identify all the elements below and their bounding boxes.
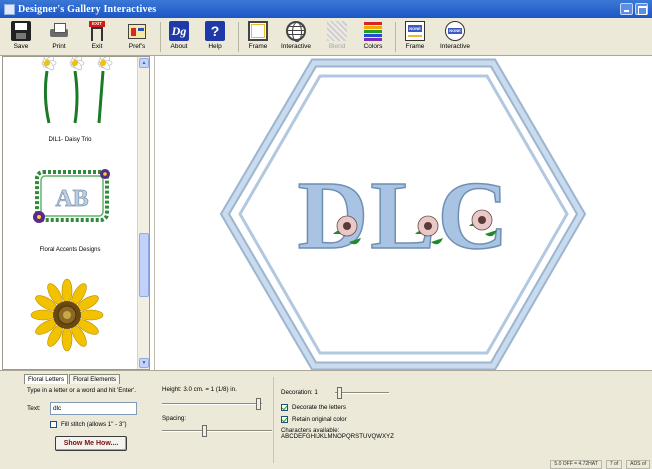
frame-button[interactable]: Frame [239, 20, 277, 54]
decoration-label: Decoration: 1 [281, 389, 318, 396]
printer-icon [49, 21, 69, 41]
status-page: 7 of [605, 460, 623, 469]
preferences-button[interactable]: Pref's [118, 20, 156, 54]
bottom-controls-panel: Floral Letters Floral Elements Type in a… [0, 370, 652, 469]
preferences-icon [127, 21, 147, 41]
app-icon [4, 3, 15, 15]
monogram-interactive-label: Interactive [440, 43, 470, 50]
save-label: Save [13, 43, 29, 50]
design-thumbnail-daisy-trio[interactable] [3, 57, 137, 127]
text-entry-prompt: Type in a letter or a word and hit 'Ente… [27, 387, 136, 394]
colors-icon [363, 21, 383, 41]
globe-icon [286, 21, 306, 42]
exit-button[interactable]: EXIT Exit [78, 20, 116, 54]
tab-floral-letters[interactable]: Floral Letters [24, 374, 69, 384]
save-button[interactable]: Save [2, 20, 40, 54]
window-title: Designer's Gallery Interactives [18, 3, 157, 15]
status-size: 5.0 OFF = 4.72HAT [550, 460, 602, 469]
monogram-interactive-button[interactable]: NONE Interactive [436, 20, 474, 54]
fill-stitch-checkbox[interactable]: Fill stitch (allows 1" - 3") [50, 421, 127, 428]
decoration-slider-thumb[interactable] [337, 387, 342, 399]
retain-color-checkbox-box[interactable] [281, 416, 288, 423]
frame-icon [248, 21, 268, 41]
about-button[interactable]: Dg About [160, 20, 198, 54]
monogram-frame-button[interactable]: NONE Frame [396, 20, 434, 54]
monogram-frame-badge: NONE [408, 25, 422, 32]
maximize-button[interactable] [635, 3, 648, 15]
retain-color-label: Retain original color [292, 416, 347, 423]
title-bar: Designer's Gallery Interactives [0, 0, 652, 18]
design-list-scrollbar[interactable]: ▲ ▼ [137, 57, 149, 369]
decorate-letters-label: Decorate the letters [292, 404, 346, 411]
preferences-label: Pref's [128, 43, 146, 50]
characters-available-list: ABCDEFGHIJKLMNOPQRSTUVQWXYZ [281, 434, 395, 440]
design-canvas[interactable]: DLC [154, 56, 652, 371]
height-slider[interactable] [162, 398, 264, 410]
spacing-slider-thumb[interactable] [202, 425, 207, 437]
blend-label: Blend [328, 43, 346, 50]
show-me-how-button[interactable]: Show Me How.... [55, 436, 127, 451]
design-thumbnail-floral-accents[interactable]: AB [3, 162, 137, 232]
scrollbar-thumb[interactable] [139, 233, 149, 297]
design-list-panel: DIL1- Daisy Trio AB Floral Accents Desig… [2, 56, 150, 370]
retain-color-checkbox[interactable]: Retain original color [281, 416, 347, 423]
about-label: About [170, 43, 188, 50]
status-bar: 5.0 OFF = 4.72HAT 7 of ADS of [550, 460, 650, 469]
decoration-slider[interactable] [335, 387, 391, 399]
save-icon [11, 21, 31, 41]
tab-floral-elements[interactable]: Floral Elements [69, 374, 121, 384]
exit-icon: EXIT [87, 21, 107, 41]
spacing-label: Spacing: [162, 415, 187, 422]
decorate-letters-checkbox[interactable]: Decorate the letters [281, 404, 346, 411]
design-label-floral-accents: Floral Accents Designs [39, 247, 101, 253]
scroll-up-arrow-icon[interactable]: ▲ [139, 58, 149, 68]
monogram-frame-icon: NONE [405, 21, 425, 41]
monogram-interactive-badge: NONE [448, 28, 462, 34]
monogram-interactive-icon: NONE [445, 21, 465, 41]
minimize-button[interactable] [620, 3, 633, 15]
print-button[interactable]: Print [40, 20, 78, 54]
help-label: Help [208, 43, 222, 50]
colors-label: Colors [363, 43, 383, 50]
design-thumbnail-sunflower[interactable] [3, 275, 137, 355]
floral-accents-monogram: AB [55, 186, 88, 212]
frame-label: Frame [248, 43, 268, 50]
spacing-slider[interactable] [162, 425, 274, 437]
design-label-daisy-trio: DIL1- Daisy Trio [48, 137, 92, 143]
status-count: ADS of [626, 460, 650, 469]
fill-stitch-checkbox-box[interactable] [50, 421, 57, 428]
text-field-label: Text: [27, 405, 41, 412]
monogram-frame-label: Frame [405, 43, 425, 50]
help-icon: ? [205, 21, 225, 41]
blend-button[interactable]: Blend [318, 20, 356, 54]
print-label: Print [52, 43, 66, 50]
scroll-down-arrow-icon[interactable]: ▼ [139, 358, 149, 368]
about-icon: Dg [169, 21, 189, 41]
characters-available: Characters available: ABCDEFGHIJKLMNOPQR… [281, 428, 394, 440]
help-button[interactable]: ? Help [196, 20, 234, 54]
text-input[interactable] [50, 402, 137, 415]
decorate-letters-checkbox-box[interactable] [281, 404, 288, 411]
toolbar: Save Print EXIT Exit Pref's Dg About ? H… [0, 18, 652, 56]
colors-button[interactable]: Colors [354, 20, 392, 54]
interactive-label: Interactive [281, 43, 311, 50]
blend-icon [327, 21, 347, 41]
height-label: Height: 3.0 cm. = 1 (1/8) in. [162, 386, 237, 393]
fill-stitch-label: Fill stitch (allows 1" - 3") [61, 421, 127, 428]
interactive-button[interactable]: Interactive [277, 20, 315, 54]
exit-label: Exit [91, 43, 103, 50]
height-slider-thumb[interactable] [256, 398, 261, 410]
